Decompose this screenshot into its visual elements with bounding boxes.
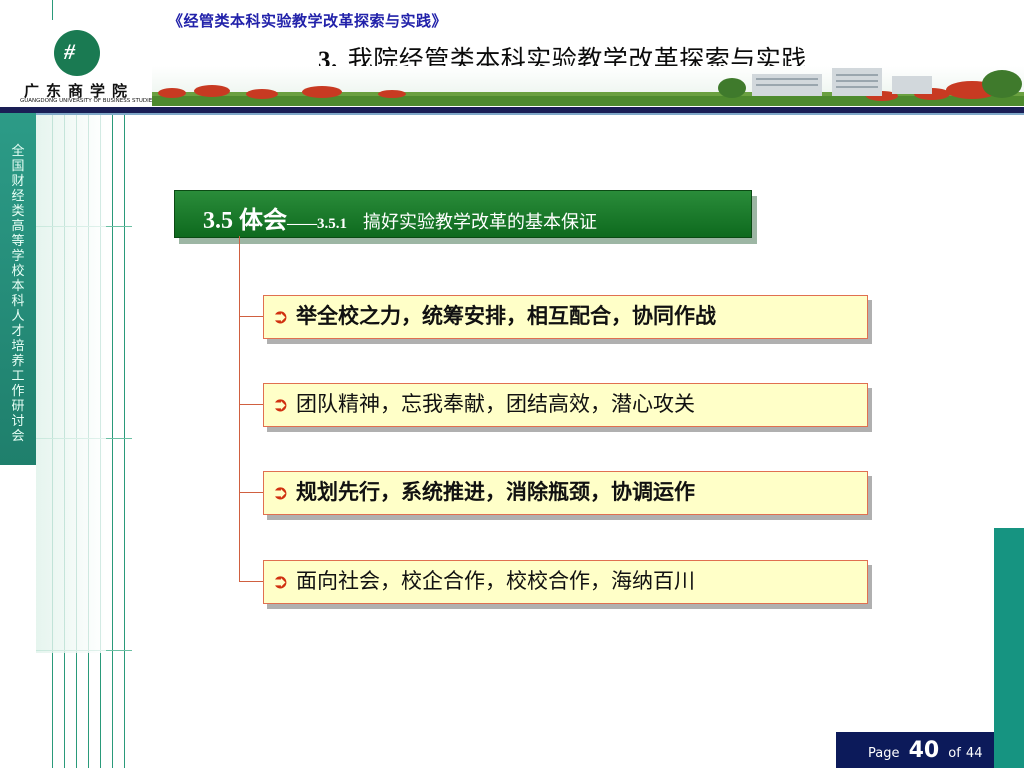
logo-emblem-icon: # (54, 30, 100, 76)
tree-connector-branch (239, 316, 263, 317)
section-heading-dash: —— (287, 216, 317, 232)
arrow-bullet-icon: ➲ (272, 392, 289, 416)
university-logo: # 广东商学院 GUANGDONG UNIVERSITY OF BUSINESS… (8, 22, 156, 106)
campus-banner-image (152, 66, 1024, 106)
point-box: ➲ 团队精神，忘我奉献，团结高效，潜心攻关 (263, 383, 868, 427)
logo-name-en: GUANGDONG UNIVERSITY OF BUSINESS STUDIES (20, 98, 156, 104)
arrow-bullet-icon: ➲ (272, 480, 289, 504)
tree-connector-vertical (239, 236, 240, 582)
point-text: 团队精神，忘我奉献，团结高效，潜心攻关 (296, 392, 695, 416)
page-label: Page (868, 746, 900, 761)
section-heading-number: 3.5.1 (317, 216, 347, 232)
conference-strip-text: 全国财经类高等学校本科人才培养工作研讨会 (11, 144, 25, 444)
header-divider-accent (0, 113, 1024, 115)
point-text: 举全校之力，统筹安排，相互配合，协同作战 (296, 303, 716, 328)
point-text: 规划先行，系统推进，消除瓶颈，协调运作 (296, 479, 695, 504)
arrow-bullet-icon: ➲ (272, 569, 289, 593)
page-indicator: Page 40 of 44 (836, 732, 994, 768)
point-text: 面向社会，校企合作，校校合作，海纳百川 (296, 569, 695, 593)
page-of: of (948, 746, 961, 761)
tree-connector-branch (239, 581, 263, 582)
point-box: ➲ 举全校之力，统筹安排，相互配合，协同作战 (263, 295, 868, 339)
right-accent-bar (994, 528, 1024, 768)
arrow-bullet-icon: ➲ (272, 304, 289, 328)
page-current: 40 (908, 738, 940, 763)
page-total: 44 (965, 746, 983, 761)
tree-connector-branch (239, 492, 263, 493)
left-glow (36, 113, 106, 653)
tree-connector-branch (239, 404, 263, 405)
section-heading-main: 3.5 体会 (203, 208, 287, 234)
point-box: ➲ 面向社会，校企合作，校校合作，海纳百川 (263, 560, 868, 604)
section-heading: 3.5 体会——3.5.1 搞好实验教学改革的基本保证 (174, 190, 752, 238)
point-box: ➲ 规划先行，系统推进，消除瓶颈，协调运作 (263, 471, 868, 515)
series-title: 《经管类本科实验教学改革探索与实践》 (168, 12, 448, 30)
section-heading-subtitle: 搞好实验教学改革的基本保证 (363, 212, 597, 233)
